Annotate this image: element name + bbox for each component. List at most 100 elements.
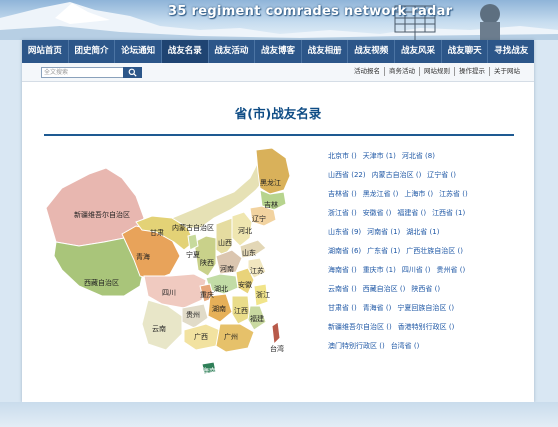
link-rules[interactable]: 网站规则: [420, 67, 455, 76]
province-row: 湖南省 (6) 广东省 (1) 广西壮族自治区 (): [328, 241, 528, 260]
province-row: 北京市 () 天津市 (1) 河北省 (8): [328, 146, 528, 165]
map-label-hubei[interactable]: 湖北: [214, 284, 228, 294]
page-title: 省(市)战友名录: [234, 106, 322, 121]
province-row: 海南省 () 重庆市 (1) 四川省 () 贵州省 (): [328, 261, 528, 280]
province-row: 山西省 (22) 内蒙古自治区 () 辽宁省 (): [328, 165, 528, 184]
map-label-henan[interactable]: 河南: [220, 264, 234, 274]
province-link[interactable]: 上海市 (): [404, 189, 433, 199]
map-label-xinjiang[interactable]: 新疆维吾尔自治区: [74, 210, 130, 220]
map-label-jilin[interactable]: 吉林: [264, 200, 278, 210]
province-row: 新疆维吾尔自治区 () 香港特别行政区 (): [328, 318, 528, 337]
province-link[interactable]: 湖南省 (6): [328, 246, 361, 256]
map-label-taiwan[interactable]: 台湾: [270, 344, 284, 354]
nav-item-activities[interactable]: 战友活动: [209, 40, 256, 63]
map-label-shanxi[interactable]: 山西: [218, 238, 232, 248]
province-link[interactable]: 河北省 (8): [402, 151, 435, 161]
title-divider: [44, 134, 514, 136]
nav-item-find[interactable]: 寻找战友: [488, 40, 534, 63]
map-region-shanxi: [215, 217, 233, 257]
nav-item-history[interactable]: 团史简介: [69, 40, 116, 63]
province-link[interactable]: 辽宁省 (): [427, 170, 456, 180]
province-link[interactable]: 江西省 (1): [432, 208, 465, 218]
province-link[interactable]: 澳门特别行政区 (): [328, 341, 385, 351]
province-link[interactable]: 贵州省 (): [437, 265, 466, 275]
province-link[interactable]: 吉林省 (): [328, 189, 357, 199]
province-link[interactable]: 云南省 (): [328, 284, 357, 294]
map-label-zhejiang[interactable]: 浙江: [256, 290, 270, 300]
province-link[interactable]: 青海省 (): [363, 303, 392, 313]
nav-item-album[interactable]: 战友相册: [302, 40, 349, 63]
province-link[interactable]: 四川省 (): [402, 265, 431, 275]
map-label-inner-mongolia[interactable]: 内蒙古自治区: [172, 223, 214, 233]
nav-item-directory[interactable]: 战友名录: [161, 40, 209, 63]
nav-item-chat[interactable]: 战友聊天: [442, 40, 489, 63]
map-label-chongqing[interactable]: 重庆: [200, 290, 214, 300]
nav-item-blog[interactable]: 战友博客: [255, 40, 302, 63]
link-signup[interactable]: 活动报名: [350, 67, 385, 76]
map-region-taiwan: [271, 321, 281, 346]
province-link[interactable]: 北京市 (): [328, 151, 357, 161]
sub-toolbar: 全文搜索 活动报名 商务活动 网站规则 操作提示 关于网站: [22, 63, 534, 82]
map-label-shaanxi[interactable]: 陕西: [200, 258, 214, 268]
province-row: 吉林省 () 黑龙江省 () 上海市 () 江苏省 (): [328, 184, 528, 203]
map-label-jiangsu[interactable]: 江苏: [250, 266, 264, 276]
map-label-hunan[interactable]: 湖南: [212, 304, 226, 314]
province-link[interactable]: 台湾省 (): [391, 341, 420, 351]
site-title: 35 regiment comrades network radar: [168, 4, 453, 19]
province-link[interactable]: 重庆市 (1): [363, 265, 396, 275]
province-link[interactable]: 新疆维吾尔自治区 (): [328, 322, 392, 332]
province-link[interactable]: 河南省 (1): [367, 227, 400, 237]
province-link[interactable]: 西藏自治区 (): [363, 284, 406, 294]
map-label-guizhou[interactable]: 贵州: [186, 310, 200, 320]
map-label-qinghai[interactable]: 青海: [136, 252, 150, 262]
province-link[interactable]: 海南省 (): [328, 265, 357, 275]
nav-item-notice[interactable]: 论坛通知: [115, 40, 162, 63]
province-link[interactable]: 浙江省 (): [328, 208, 357, 218]
map-label-sichuan[interactable]: 四川: [162, 288, 176, 298]
quick-links: 活动报名 商务活动 网站规则 操作提示 关于网站: [350, 67, 524, 76]
province-link[interactable]: 天津市 (1): [363, 151, 396, 161]
province-link[interactable]: 山西省 (22): [328, 170, 366, 180]
page-footer-band: [0, 402, 558, 427]
map-label-guangdong[interactable]: 广州: [224, 332, 238, 342]
province-link[interactable]: 内蒙古自治区 (): [372, 170, 422, 180]
province-link[interactable]: 湖北省 (1): [406, 227, 439, 237]
province-link[interactable]: 江苏省 (): [439, 189, 468, 199]
map-label-yunnan[interactable]: 云南: [152, 324, 166, 334]
map-label-jiangxi[interactable]: 江西: [234, 306, 248, 316]
link-business[interactable]: 商务活动: [385, 67, 420, 76]
province-row: 浙江省 () 安徽省 () 福建省 () 江西省 (1): [328, 203, 528, 222]
province-link[interactable]: 宁夏回族自治区 (): [397, 303, 454, 313]
site-banner: 35 regiment comrades network radar: [0, 0, 558, 40]
map-label-liaoning[interactable]: 辽宁: [252, 214, 266, 224]
nav-item-video[interactable]: 战友视频: [348, 40, 396, 63]
province-link[interactable]: 甘肃省 (): [328, 303, 357, 313]
map-label-hainan[interactable]: 海南: [202, 366, 216, 376]
link-tips[interactable]: 操作提示: [455, 67, 490, 76]
province-link[interactable]: 山东省 (9): [328, 227, 361, 237]
map-label-fujian[interactable]: 福建: [250, 314, 264, 324]
search-input[interactable]: 全文搜索: [41, 67, 127, 78]
province-link[interactable]: 香港特别行政区 (): [398, 322, 455, 332]
map-label-tibet[interactable]: 西藏自治区: [84, 278, 119, 288]
province-link[interactable]: 黑龙江省 (): [363, 189, 399, 199]
map-label-heilongjiang[interactable]: 黑龙江: [260, 178, 281, 188]
province-link[interactable]: 广西壮族自治区 (): [406, 246, 463, 256]
province-row: 澳门特别行政区 () 台湾省 (): [328, 337, 528, 356]
nav-item-home[interactable]: 网站首页: [22, 40, 69, 63]
map-label-hebei[interactable]: 河北: [238, 226, 252, 236]
map-label-guangxi[interactable]: 广西: [194, 332, 208, 342]
province-row: 甘肃省 () 青海省 () 宁夏回族自治区 (): [328, 299, 528, 318]
main-nav: 网站首页 团史简介 论坛通知 战友名录 战友活动 战友博客 战友相册 战友视频 …: [22, 40, 534, 63]
province-link[interactable]: 安徽省 (): [363, 208, 392, 218]
map-label-ningxia[interactable]: 宁夏: [186, 250, 200, 260]
search-button[interactable]: [123, 67, 142, 78]
nav-item-style[interactable]: 战友风采: [395, 40, 442, 63]
map-label-anhui[interactable]: 安徽: [238, 280, 252, 290]
province-link[interactable]: 福建省 (): [397, 208, 426, 218]
map-label-shandong[interactable]: 山东: [242, 248, 256, 258]
province-link[interactable]: 广东省 (1): [367, 246, 400, 256]
link-about[interactable]: 关于网站: [490, 67, 524, 76]
map-label-gansu[interactable]: 甘肃: [150, 228, 164, 238]
province-link[interactable]: 陕西省 (): [411, 284, 440, 294]
